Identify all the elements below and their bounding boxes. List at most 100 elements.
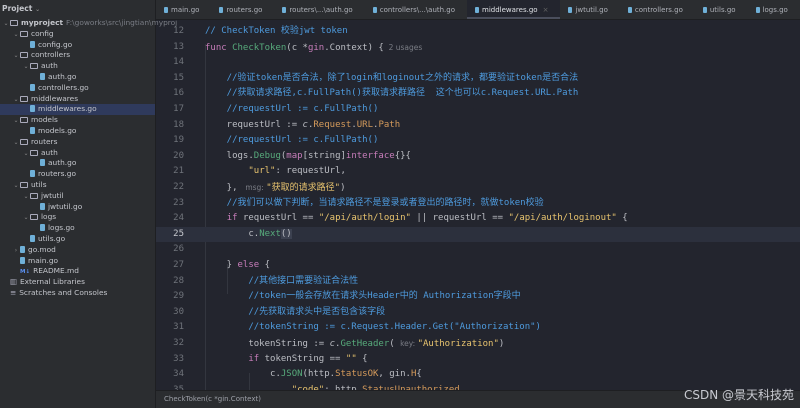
tab-controllers-auth-go[interactable]: controllers\...\auth.go <box>365 0 467 19</box>
tree-item-label: go.mod <box>28 244 56 254</box>
tree-item[interactable]: ⌄ models <box>0 115 155 126</box>
breadcrumb-function[interactable]: CheckToken(c *gin.Context) <box>164 395 261 403</box>
line-number: 26 <box>173 244 184 255</box>
code-line[interactable]: 18 requestUrl := c.Request.URL.Path <box>156 118 800 134</box>
code-line[interactable]: 24 if requestUrl == "/api/auth/login" ||… <box>156 211 800 227</box>
tree-item-label: models <box>31 115 58 125</box>
tab-jwtutil-go[interactable]: jwtutil.go <box>560 0 619 19</box>
code-text: }, msg: "获取的请求路径") <box>205 180 346 197</box>
code-token: , gin. <box>378 369 411 380</box>
tree-item[interactable]: logs.go <box>0 223 155 234</box>
code-editor[interactable]: 12 // CheckToken 校验jwt token 13 func CheckT… <box>156 20 800 390</box>
code-line[interactable]: 19 //requestUrl := c.FullPath() <box>156 133 800 149</box>
tree-item[interactable]: utils.go <box>0 234 155 245</box>
code-line[interactable]: 22 }, msg: "获取的请求路径") <box>156 180 800 196</box>
tree-item[interactable]: ⌄ config <box>0 29 155 40</box>
tree-item[interactable]: ⌄ auth <box>0 148 155 159</box>
tree-item[interactable]: ⌄ middlewares <box>0 94 155 105</box>
tree-item[interactable]: ⌄ jwtutil <box>0 191 155 202</box>
go-file-icon <box>702 7 707 13</box>
editor-tabs: main.go routers.go routers\...\auth.go cont… <box>156 0 800 20</box>
code-token: ) <box>340 183 346 193</box>
line-number: 25 <box>173 228 184 239</box>
code-token: "/api/auth/loginout" <box>508 213 617 224</box>
code-line[interactable]: 16 //获取请求路径,c.FullPath()获取请求群路径 这个也可以c.R… <box>156 86 800 102</box>
code-line[interactable]: 32 tokenString := c.GetHeader( key: "Aut… <box>156 336 800 352</box>
project-panel-header[interactable]: Project ⌄ <box>0 0 155 18</box>
tab-middlewares-go[interactable]: middlewares.go × <box>467 0 561 19</box>
line-number: 33 <box>173 353 184 364</box>
tree-item[interactable]: ⌄ utils <box>0 180 155 191</box>
tree-item[interactable]: ▥ External Libraries <box>0 277 155 288</box>
scratches-icon: ≡ <box>10 287 17 297</box>
folder-icon <box>10 20 18 26</box>
tree-item-label: controllers <box>31 50 71 60</box>
code-line[interactable]: 17 //requestUrl := c.FullPath() <box>156 102 800 118</box>
tree-item[interactable]: models.go <box>0 126 155 137</box>
tab-routers-auth-go[interactable]: routers\...\auth.go <box>274 0 364 19</box>
code-token: //tokenString := c.Request.Header.Get("A… <box>205 322 541 333</box>
tree-item[interactable]: routers.go <box>0 169 155 180</box>
code-token: //先获取请求头中是否包含该字段 <box>205 306 386 317</box>
code-line[interactable]: 12 // CheckToken 校验jwt token <box>156 24 800 40</box>
code-line[interactable]: 33 if tokenString == "" { <box>156 352 800 368</box>
line-number: 23 <box>173 197 184 208</box>
code-line[interactable]: 25 c.Next() <box>156 226 800 243</box>
tree-item[interactable]: config.go <box>0 40 155 51</box>
code-line[interactable]: 28 //其他接口需要验证合法性 <box>156 274 800 290</box>
code-line[interactable]: 20 logs.Debug(map[string]interface{}{ <box>156 149 800 165</box>
tree-item[interactable]: ⌄ myproject F:\goworks\src\jingtian\myproj <box>0 18 177 29</box>
code-line[interactable]: 29 //token一般会存放在请求头Header中的 Authorizatio… <box>156 289 800 305</box>
code-line[interactable]: 27 } else { <box>156 258 800 274</box>
tree-item[interactable]: › go.mod <box>0 245 155 256</box>
tree-item[interactable]: main.go <box>0 256 155 267</box>
tree-item[interactable]: middlewares.go <box>0 104 155 116</box>
tree-item[interactable]: auth.go <box>0 158 155 169</box>
code-line[interactable]: 13 func CheckToken(c *gin.Context) { 2 us… <box>156 40 800 56</box>
go-file-icon <box>30 170 35 178</box>
code-token: }, <box>205 183 243 193</box>
tree-item[interactable]: controllers.go <box>0 83 155 94</box>
tree-item[interactable]: M↓ README.md <box>0 266 155 277</box>
go-file-icon <box>40 202 45 210</box>
code-text: requestUrl := c.Request.URL.Path <box>205 118 400 134</box>
tab-utils-go[interactable]: utils.go <box>695 0 748 19</box>
go-file-icon <box>40 224 45 232</box>
code-line[interactable]: 15 //验证token是否合法，除了login和loginout之外的请求，都… <box>156 71 800 87</box>
go-file-icon <box>755 7 760 13</box>
go-file-icon <box>20 256 25 264</box>
code-token: //requestUrl := c.FullPath() <box>205 104 379 114</box>
code-text: //tokenString := c.Request.Header.Get("A… <box>205 320 541 336</box>
code-text: } else { <box>205 258 270 274</box>
tree-item-label: utils.go <box>38 233 66 243</box>
folder-icon <box>20 117 28 124</box>
tab-controllers-go[interactable]: controllers.go <box>620 0 695 19</box>
code-line[interactable]: 34 c.JSON(http.StatusOK, gin.H{ <box>156 367 800 383</box>
tree-item[interactable]: ⌄ auth <box>0 61 155 72</box>
code-token: requestUrl := <box>205 119 303 130</box>
tab-routers-go[interactable]: routers.go <box>211 0 274 19</box>
code-token: "url" <box>248 166 276 177</box>
code-line[interactable]: 14 <box>156 55 800 71</box>
tree-item[interactable]: ≡ Scratches and Consoles <box>0 288 155 299</box>
close-icon[interactable]: × <box>543 6 549 14</box>
code-line[interactable]: 30 //先获取请求头中是否包含该字段 <box>156 305 800 321</box>
code-line[interactable]: 23 //我们可以做下判断，当请求路径不是登录或者登出的路径时，就做token校… <box>156 196 800 212</box>
tab-main-go[interactable]: main.go <box>156 0 211 19</box>
line-number: 24 <box>173 213 184 224</box>
tree-item[interactable]: jwtutil.go <box>0 202 155 213</box>
tree-item[interactable]: ⌄ controllers <box>0 50 155 61</box>
library-icon: ▥ <box>10 277 17 287</box>
tree-item[interactable]: auth.go <box>0 72 155 83</box>
tab-logs-go[interactable]: logs.go <box>748 0 800 19</box>
code-line[interactable]: 31 //tokenString := c.Request.Header.Get… <box>156 320 800 336</box>
code-line[interactable]: 26 <box>156 242 800 258</box>
code-token: logs. <box>205 150 254 161</box>
code-line[interactable]: 21 "url": requestUrl, <box>156 164 800 180</box>
tree-item[interactable]: ⌄ routers <box>0 137 155 148</box>
inlay-hint: msg: <box>242 183 267 192</box>
chevron-down-icon: ⌄ <box>35 6 41 13</box>
tree-item[interactable]: ⌄ logs <box>0 212 155 223</box>
line-number: 28 <box>173 275 184 286</box>
